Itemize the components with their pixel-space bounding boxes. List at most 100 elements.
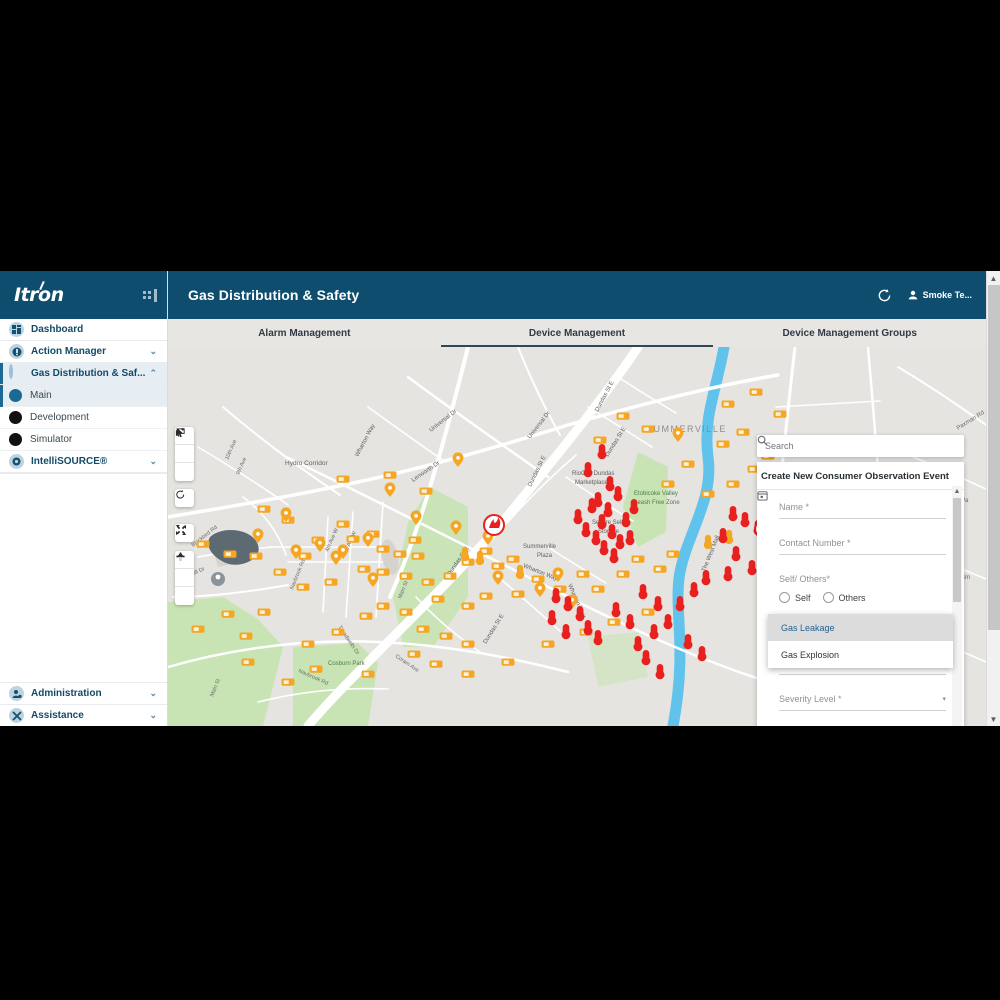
radio-others[interactable]: Others: [822, 592, 866, 603]
user-menu[interactable]: Smoke Te...: [908, 290, 972, 300]
map-marker-thermo[interactable]: [621, 512, 631, 528]
reset-rotate-icon[interactable]: [175, 489, 194, 507]
map-marker-thermo[interactable]: [723, 566, 733, 582]
map-marker-thermo[interactable]: [747, 560, 757, 576]
chevron-down-icon[interactable]: ⌄: [149, 688, 157, 699]
map-marker-meter[interactable]: [324, 578, 338, 586]
map-marker-meter[interactable]: [346, 535, 360, 543]
map-marker-meter[interactable]: [736, 428, 750, 436]
sidebar-item-main[interactable]: Main: [0, 384, 167, 407]
map-marker-thermo[interactable]: [638, 584, 648, 600]
panel-scrollbar[interactable]: ▲ ▼: [952, 486, 962, 726]
cursor-minus-icon[interactable]: [175, 427, 194, 463]
event-type-dropdown[interactable]: Gas Leakage Gas Explosion: [768, 614, 953, 668]
map-marker-meter[interactable]: [257, 505, 271, 513]
map-marker-thermo[interactable]: [587, 498, 597, 514]
tab-alarm-management[interactable]: Alarm Management: [168, 319, 441, 347]
map-marker-thermo[interactable]: [597, 514, 607, 530]
map-marker-thermo[interactable]: [581, 522, 591, 538]
map-marker-meter[interactable]: [249, 552, 263, 560]
map-marker-thermo[interactable]: [597, 444, 607, 460]
map-marker-thermo[interactable]: [703, 534, 713, 550]
map-marker-meter[interactable]: [376, 602, 390, 610]
map-marker-meter[interactable]: [661, 480, 675, 488]
map-marker-thermo[interactable]: [609, 548, 619, 564]
map-marker-meter[interactable]: [309, 665, 323, 673]
field-date[interactable]: [757, 491, 946, 675]
map-marker-meter[interactable]: [773, 410, 787, 418]
map-marker-pin[interactable]: [452, 452, 464, 467]
scroll-down-arrow-icon[interactable]: ▼: [987, 712, 1000, 726]
map-marker-thermo[interactable]: [633, 636, 643, 652]
sidebar-item-assistance[interactable]: Assistance ⌄: [0, 704, 167, 726]
chevron-down-icon[interactable]: ⌄: [149, 710, 157, 721]
map-marker-pin[interactable]: [384, 482, 396, 497]
map-marker-meter[interactable]: [429, 660, 443, 668]
map-marker-meter[interactable]: [501, 658, 515, 666]
map-marker-thermo[interactable]: [551, 588, 561, 604]
map-marker-pin[interactable]: [410, 510, 422, 525]
map-marker-gas-alarm[interactable]: [483, 514, 505, 536]
map-marker-meter[interactable]: [407, 650, 421, 658]
minus-icon[interactable]: [175, 555, 194, 587]
map-marker-thermo[interactable]: [653, 596, 663, 612]
map-marker-pin[interactable]: [534, 582, 546, 597]
map-marker-meter[interactable]: [361, 670, 375, 678]
map-marker-meter[interactable]: [531, 575, 545, 583]
scroll-up-arrow-icon[interactable]: ▲: [987, 271, 1000, 285]
sidebar-item-gas-distribution-safety[interactable]: Gas Distribution & Saf... ⌃: [0, 363, 167, 385]
sidebar-item-simulator[interactable]: Simulator: [0, 429, 167, 451]
refresh-icon[interactable]: [877, 288, 892, 303]
map-marker-meter[interactable]: [383, 471, 397, 479]
map-marker-meter[interactable]: [336, 475, 350, 483]
map-marker-meter[interactable]: [511, 590, 525, 598]
field-name[interactable]: Name *: [779, 502, 946, 519]
sidebar-item-administration[interactable]: Administration ⌄: [0, 682, 167, 704]
sidebar-item-intellisource[interactable]: IntelliSOURCE® ⌄: [0, 451, 167, 473]
map-marker-thermo[interactable]: [593, 630, 603, 646]
map-marker-meter[interactable]: [241, 658, 255, 666]
map-marker-thermo[interactable]: [605, 476, 615, 492]
map-marker-meter[interactable]: [631, 555, 645, 563]
map-marker-meter[interactable]: [421, 578, 435, 586]
fullscreen-icon[interactable]: [175, 524, 194, 542]
map-marker-thermo[interactable]: [718, 528, 728, 544]
map-marker-meter[interactable]: [357, 565, 371, 573]
map-marker-thermo[interactable]: [701, 570, 711, 586]
map-marker-thermo[interactable]: [599, 540, 609, 556]
map-marker-meter[interactable]: [419, 487, 433, 495]
map-marker-thermo[interactable]: [615, 534, 625, 550]
map-marker-meter[interactable]: [506, 555, 520, 563]
map-marker-meter[interactable]: [393, 550, 407, 558]
map-marker-meter[interactable]: [399, 572, 413, 580]
map-marker-meter[interactable]: [416, 625, 430, 633]
map-marker-meter[interactable]: [439, 632, 453, 640]
map-marker-meter[interactable]: [653, 565, 667, 573]
map-marker-meter[interactable]: [666, 550, 680, 558]
map-marker-pin[interactable]: [367, 572, 379, 587]
dropdown-option-gas-explosion[interactable]: Gas Explosion: [768, 641, 953, 668]
chevron-up-icon[interactable]: ⌃: [149, 368, 157, 379]
map-marker-meter[interactable]: [716, 440, 730, 448]
map-marker-meter[interactable]: [273, 568, 287, 576]
map-marker-meter[interactable]: [431, 595, 445, 603]
map-marker-thermo[interactable]: [625, 614, 635, 630]
map-marker-meter[interactable]: [641, 425, 655, 433]
map-marker-thermo[interactable]: [607, 524, 617, 540]
map-marker-thermo[interactable]: [613, 486, 623, 502]
map-marker-thermo[interactable]: [561, 624, 571, 640]
map-marker-pin[interactable]: [362, 532, 374, 547]
map-marker-thermo[interactable]: [460, 546, 470, 562]
map-marker-meter[interactable]: [336, 520, 350, 528]
map-marker-meter[interactable]: [399, 608, 413, 616]
dropdown-option-gas-leakage[interactable]: Gas Leakage: [768, 614, 953, 641]
browser-scrollbar-thumb[interactable]: [988, 285, 1000, 630]
map-marker-meter[interactable]: [641, 608, 655, 616]
map-marker-thermo[interactable]: [475, 550, 485, 566]
tab-device-management-groups[interactable]: Device Management Groups: [713, 319, 986, 347]
map-marker-thermo[interactable]: [625, 530, 635, 546]
map-marker-meter[interactable]: [616, 570, 630, 578]
map-marker-thermo[interactable]: [697, 646, 707, 662]
map-marker-thermo[interactable]: [689, 582, 699, 598]
radio-button-icon[interactable]: [822, 592, 834, 603]
